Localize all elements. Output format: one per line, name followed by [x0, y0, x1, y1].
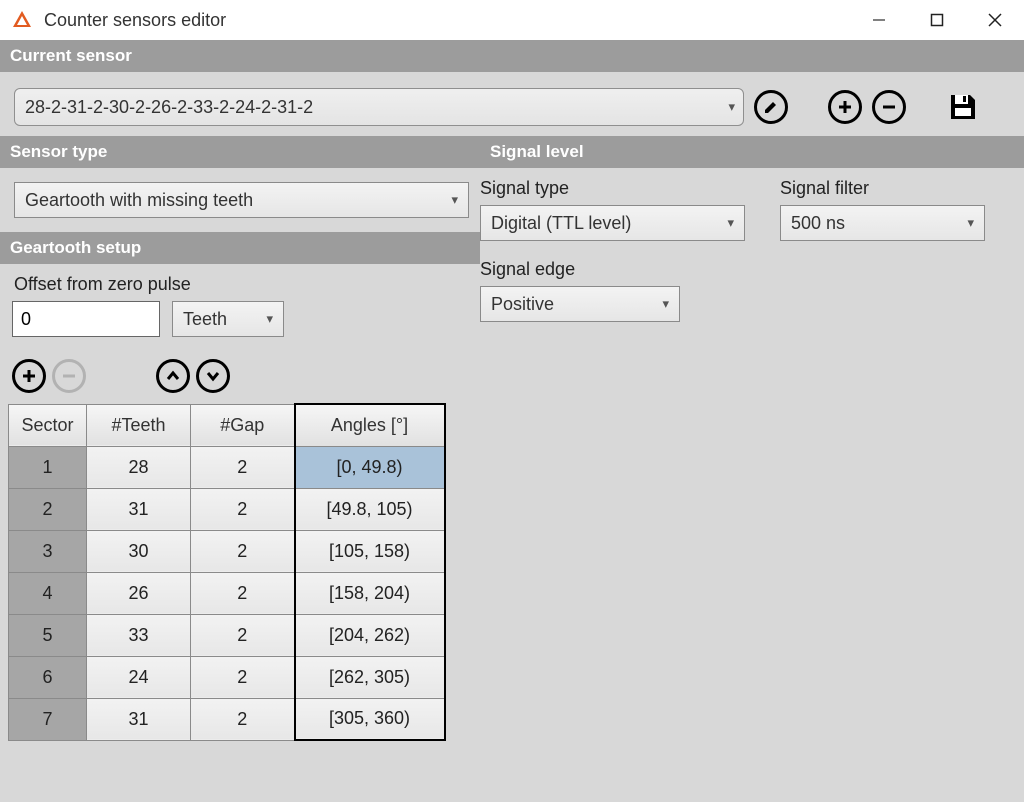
- title-bar: Counter sensors editor: [0, 0, 1024, 40]
- cell-teeth[interactable]: 26: [87, 572, 191, 614]
- cell-gap[interactable]: 2: [191, 488, 295, 530]
- cell-sector[interactable]: 4: [9, 572, 87, 614]
- col-gap[interactable]: #Gap: [191, 404, 295, 446]
- cell-angles[interactable]: [158, 204): [295, 572, 445, 614]
- table-row[interactable]: 5332[204, 262): [9, 614, 445, 656]
- cell-teeth[interactable]: 28: [87, 446, 191, 488]
- current-sensor-value: 28-2-31-2-30-2-26-2-33-2-24-2-31-2: [25, 97, 313, 118]
- offset-label: Offset from zero pulse: [0, 264, 480, 301]
- table-row[interactable]: 3302[105, 158): [9, 530, 445, 572]
- signal-level-header: Signal level: [480, 136, 1024, 168]
- signal-filter-select[interactable]: 500 ns ▾: [780, 205, 985, 241]
- cell-angles[interactable]: [0, 49.8): [295, 446, 445, 488]
- cell-angles[interactable]: [105, 158): [295, 530, 445, 572]
- cell-gap[interactable]: 2: [191, 614, 295, 656]
- row-down-button[interactable]: [196, 359, 230, 393]
- cell-gap[interactable]: 2: [191, 698, 295, 740]
- cell-angles[interactable]: [49.8, 105): [295, 488, 445, 530]
- close-button[interactable]: [966, 0, 1024, 40]
- signal-filter-value: 500 ns: [791, 213, 845, 234]
- edit-button[interactable]: [754, 90, 788, 124]
- cell-sector[interactable]: 6: [9, 656, 87, 698]
- offset-unit-value: Teeth: [183, 309, 227, 330]
- chevron-down-icon: ▾: [266, 311, 273, 327]
- cell-teeth[interactable]: 24: [87, 656, 191, 698]
- cell-sector[interactable]: 1: [9, 446, 87, 488]
- cell-angles[interactable]: [262, 305): [295, 656, 445, 698]
- cell-teeth[interactable]: 33: [87, 614, 191, 656]
- col-teeth[interactable]: #Teeth: [87, 404, 191, 446]
- row-remove-button: [52, 359, 86, 393]
- sensor-type-header: Sensor type: [0, 136, 480, 168]
- chevron-down-icon: ▾: [727, 215, 734, 231]
- remove-button[interactable]: [872, 90, 906, 124]
- signal-edge-value: Positive: [491, 294, 554, 315]
- offset-input[interactable]: [12, 301, 160, 337]
- add-button[interactable]: [828, 90, 862, 124]
- cell-angles[interactable]: [305, 360): [295, 698, 445, 740]
- cell-gap[interactable]: 2: [191, 656, 295, 698]
- save-button[interactable]: [946, 90, 980, 124]
- signal-filter-label: Signal filter: [780, 178, 990, 199]
- signal-type-label: Signal type: [480, 178, 750, 199]
- row-add-button[interactable]: [12, 359, 46, 393]
- chevron-down-icon: ▾: [451, 192, 458, 208]
- geartooth-table: Sector #Teeth #Gap Angles [°] 1282[0, 49…: [8, 403, 446, 741]
- cell-gap[interactable]: 2: [191, 572, 295, 614]
- chevron-down-icon: ▾: [728, 99, 735, 115]
- cell-teeth[interactable]: 30: [87, 530, 191, 572]
- sensor-type-select[interactable]: Geartooth with missing teeth ▾: [14, 182, 469, 218]
- signal-type-value: Digital (TTL level): [491, 213, 631, 234]
- cell-teeth[interactable]: 31: [87, 488, 191, 530]
- signal-type-select[interactable]: Digital (TTL level) ▾: [480, 205, 745, 241]
- cell-teeth[interactable]: 31: [87, 698, 191, 740]
- cell-sector[interactable]: 7: [9, 698, 87, 740]
- offset-unit-select[interactable]: Teeth ▾: [172, 301, 284, 337]
- chevron-down-icon: ▾: [662, 296, 669, 312]
- cell-angles[interactable]: [204, 262): [295, 614, 445, 656]
- sensor-type-value: Geartooth with missing teeth: [25, 190, 253, 211]
- col-sector[interactable]: Sector: [9, 404, 87, 446]
- cell-sector[interactable]: 3: [9, 530, 87, 572]
- window-title: Counter sensors editor: [44, 10, 226, 31]
- minimize-button[interactable]: [850, 0, 908, 40]
- chevron-down-icon: ▾: [967, 215, 974, 231]
- geartooth-setup-header: Geartooth setup: [0, 232, 480, 264]
- col-angles[interactable]: Angles [°]: [295, 404, 445, 446]
- current-sensor-select[interactable]: 28-2-31-2-30-2-26-2-33-2-24-2-31-2 ▾: [14, 88, 744, 126]
- cell-sector[interactable]: 5: [9, 614, 87, 656]
- cell-gap[interactable]: 2: [191, 446, 295, 488]
- current-sensor-header: Current sensor: [0, 40, 1024, 72]
- table-row[interactable]: 6242[262, 305): [9, 656, 445, 698]
- table-row[interactable]: 1282[0, 49.8): [9, 446, 445, 488]
- cell-gap[interactable]: 2: [191, 530, 295, 572]
- row-up-button[interactable]: [156, 359, 190, 393]
- table-row[interactable]: 7312[305, 360): [9, 698, 445, 740]
- table-row[interactable]: 2312[49.8, 105): [9, 488, 445, 530]
- cell-sector[interactable]: 2: [9, 488, 87, 530]
- signal-edge-select[interactable]: Positive ▾: [480, 286, 680, 322]
- maximize-button[interactable]: [908, 0, 966, 40]
- table-row[interactable]: 4262[158, 204): [9, 572, 445, 614]
- app-icon: [12, 10, 32, 30]
- signal-edge-label: Signal edge: [480, 259, 750, 280]
